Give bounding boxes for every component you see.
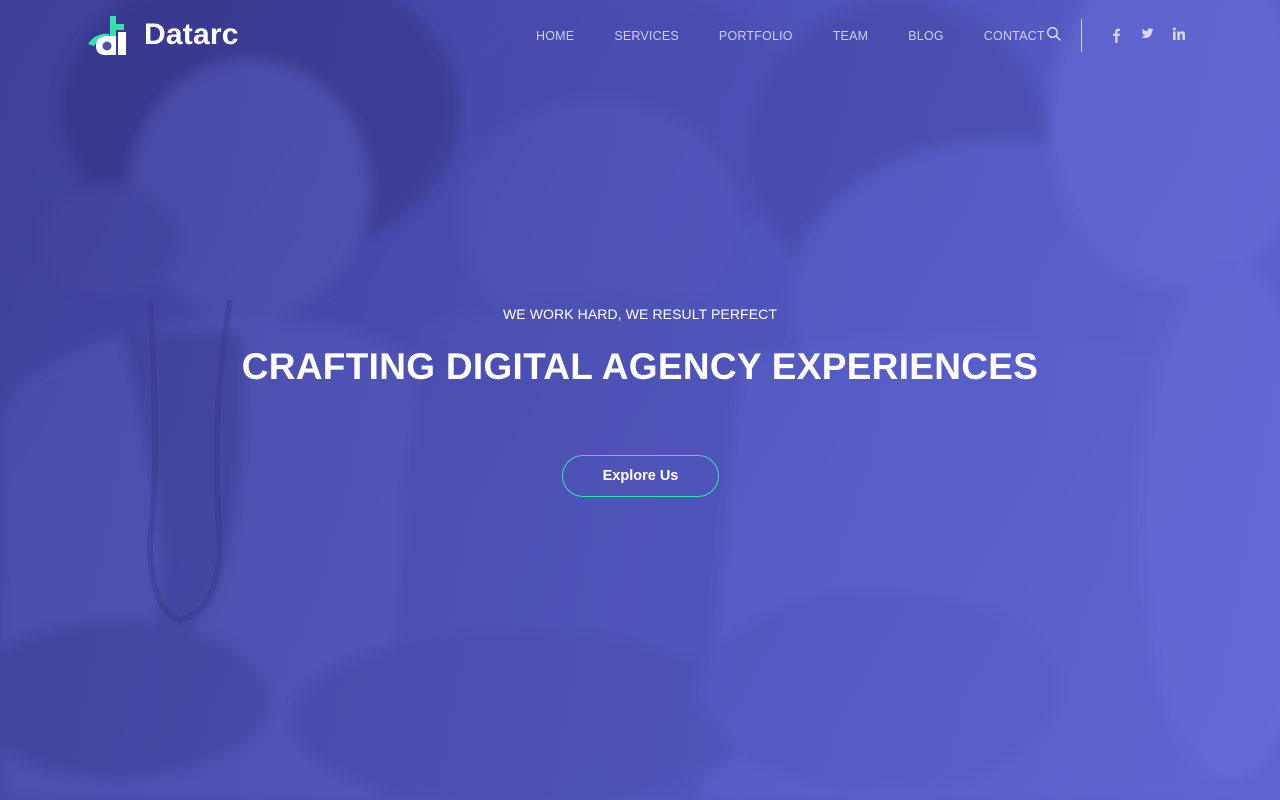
linkedin-icon[interactable] bbox=[1172, 27, 1186, 43]
nav-item-home[interactable]: HOME bbox=[536, 26, 574, 46]
color-overlay bbox=[0, 0, 1280, 800]
header-divider bbox=[1081, 19, 1082, 52]
nav-item-team[interactable]: TEAM bbox=[833, 26, 869, 46]
datarc-logo-icon bbox=[88, 16, 126, 56]
main-nav: HOME SERVICES PORTFOLIO TEAM BLOG CONTAC… bbox=[536, 26, 1045, 46]
nav-item-contact[interactable]: CONTACT bbox=[984, 26, 1045, 46]
brand-name: Datarc bbox=[144, 18, 239, 51]
nav-item-blog[interactable]: BLOG bbox=[908, 26, 944, 46]
hero-headline: CRAFTING DIGITAL AGENCY EXPERIENCES bbox=[241, 346, 1039, 387]
hero-tagline: WE WORK HARD, WE RESULT PERFECT bbox=[502, 306, 778, 322]
facebook-icon[interactable] bbox=[1111, 27, 1121, 43]
search-icon[interactable] bbox=[1046, 26, 1062, 42]
nav-item-portfolio[interactable]: PORTFOLIO bbox=[719, 26, 793, 46]
twitter-icon[interactable] bbox=[1139, 27, 1154, 43]
hero-section bbox=[0, 0, 1280, 800]
explore-us-button[interactable]: Explore Us bbox=[562, 455, 719, 497]
site-header: Datarc HOME SERVICES PORTFOLIO TEAM BLOG… bbox=[0, 0, 1280, 70]
site-logo[interactable]: Datarc bbox=[86, 14, 239, 56]
nav-item-services[interactable]: SERVICES bbox=[614, 26, 679, 46]
